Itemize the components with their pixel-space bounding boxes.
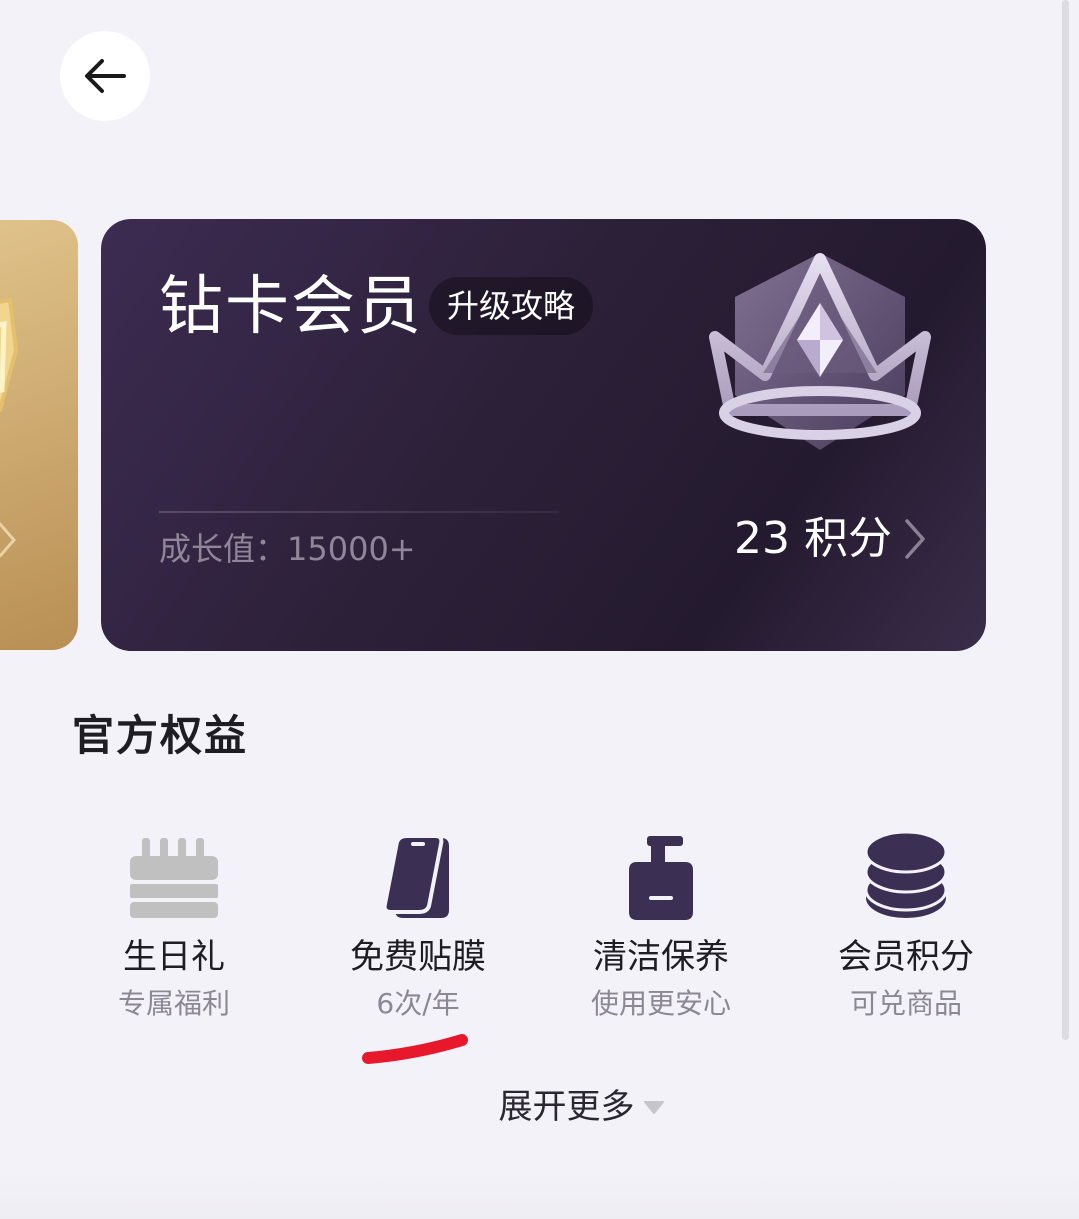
cleaning-bottle-icon [629,836,693,920]
benefit-free-film[interactable]: 免费贴膜 6次/年 [308,820,528,1024]
benefit-desc: 专属福利 [117,987,230,1020]
scrollbar[interactable] [1062,0,1069,1040]
section-title: 官方权益 [72,711,249,760]
diamond-member-card[interactable]: 钻卡会员 升级攻略 成长值：15000+ 23 积分 [101,219,986,651]
diamond-crown-icon [709,253,931,450]
benefit-cleaning[interactable]: 清洁保养 使用更安心 [551,820,771,1024]
points-link[interactable]: 23 积分 [734,509,928,569]
benefit-points[interactable]: 会员积分 可兑商品 [796,820,1016,1024]
chevron-right-icon [905,519,925,559]
points-value: 23 积分 [734,513,892,564]
expand-label: 展开更多 [498,1087,635,1127]
growth-value: 成长值：15000+ [159,530,416,568]
benefit-desc: 可兑商品 [849,987,962,1020]
birthday-calendar-icon [130,838,218,918]
chevron-right-icon [0,522,16,558]
red-underline-annotation [362,1034,468,1064]
benefit-desc: 使用更安心 [590,987,731,1020]
phone-film-icon [383,836,449,918]
divider [159,511,559,513]
gold-crown-icon [0,297,19,413]
bottom-fade [0,1169,1079,1219]
benefit-name: 免费贴膜 [350,937,486,977]
coins-stack-icon [864,830,948,918]
back-button[interactable] [60,31,150,121]
benefit-birthday[interactable]: 生日礼 专属福利 [64,820,284,1024]
arrow-left-icon [85,59,126,93]
benefit-name: 清洁保养 [593,937,729,977]
card-title: 钻卡会员 [159,270,423,344]
benefit-desc: 6次/年 [376,987,460,1020]
benefit-name: 生日礼 [123,937,225,977]
benefit-name: 会员积分 [838,937,974,977]
upgrade-guide-button[interactable]: 升级攻略 [429,277,594,335]
gold-member-card[interactable] [0,220,78,650]
expand-more-button[interactable]: 展开更多 [0,1084,1079,1130]
caret-down-icon [643,1101,664,1114]
